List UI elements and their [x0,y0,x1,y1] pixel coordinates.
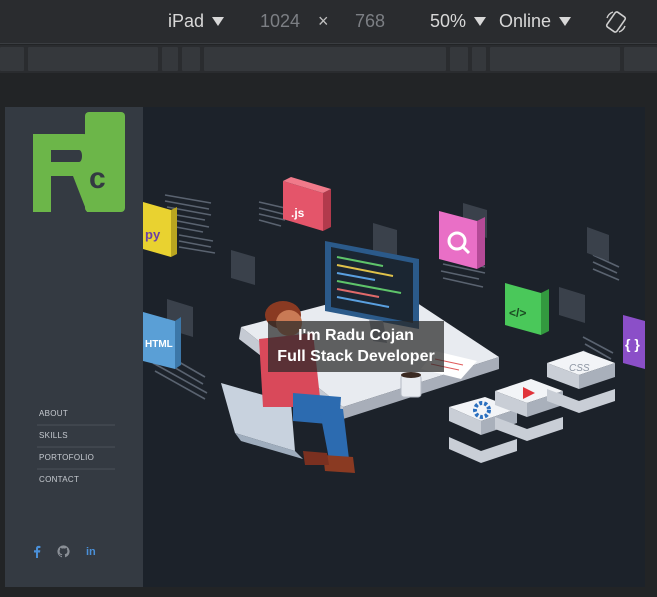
js-label: .js [291,206,305,220]
media-query-segment[interactable] [204,47,446,71]
chevron-down-icon [212,17,225,26]
media-query-segment[interactable] [490,47,620,71]
media-query-segment[interactable] [28,47,158,71]
nav-portfolio-link[interactable]: PORTOFOLIO [37,446,115,470]
nav-about-link[interactable]: ABOUT [37,402,115,426]
media-query-segment[interactable] [450,47,468,71]
media-query-segment[interactable] [182,47,200,71]
py-label: py [145,227,161,242]
width-input[interactable]: 1024 [260,11,300,32]
nav-skills-link[interactable]: SKILLS [37,424,115,448]
rc-logo[interactable]: c [33,112,125,212]
html-label: HTML [145,339,173,350]
device-label: iPad [168,11,205,31]
media-query-segment[interactable] [472,47,486,71]
facebook-icon[interactable] [33,545,41,558]
css-label: CSS [569,363,590,374]
social-links: in [33,545,96,558]
media-query-segment[interactable] [162,47,178,71]
hero-name: I'm Radu Cojan [298,327,414,344]
chevron-down-icon [474,17,487,26]
linkedin-icon[interactable]: in [86,546,96,558]
site-sidebar: c ABOUT SKILLS PORTOFOLIO CONTACT in [5,107,143,587]
height-input[interactable]: 768 [355,11,385,32]
svg-text:c: c [89,162,106,195]
network-throttle-select[interactable]: Online [499,11,572,32]
site-nav: ABOUT SKILLS PORTOFOLIO CONTACT [37,403,115,490]
media-query-segment[interactable] [0,47,24,71]
media-query-bar [0,45,657,73]
hero-role: Full Stack Developer [277,348,435,365]
zoom-label: 50% [430,11,467,31]
hero-title-box: I'm Radu Cojan Full Stack Developer [268,321,444,372]
rotate-icon[interactable] [604,10,628,34]
code-label: </> [509,306,526,320]
dimension-times-icon: × [318,11,329,31]
network-label: Online [499,11,552,31]
device-viewport: c ABOUT SKILLS PORTOFOLIO CONTACT in py … [5,107,645,587]
nav-contact-link[interactable]: CONTACT [37,468,115,490]
github-icon[interactable] [57,545,70,558]
device-toolbar: iPad 1024 × 768 50% Online [0,0,657,44]
media-query-segment[interactable] [624,47,657,71]
device-select[interactable]: iPad [168,11,225,32]
braces-label: { } [625,336,640,352]
chevron-down-icon [559,17,572,26]
zoom-select[interactable]: 50% [430,11,487,32]
